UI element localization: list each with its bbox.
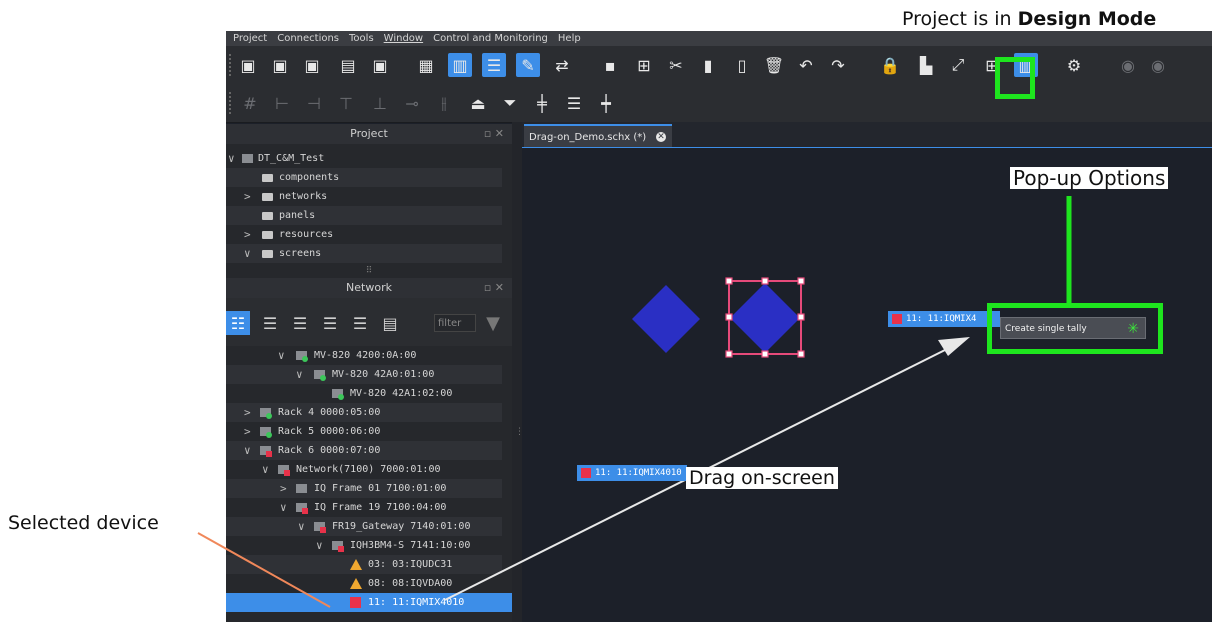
resize-handle[interactable] <box>797 313 805 321</box>
resize-handle[interactable] <box>797 350 805 358</box>
diamond-shape-selected[interactable] <box>730 283 800 353</box>
selected-device-callout: Selected device <box>8 512 159 534</box>
tally-label: 11: 11:IQMIX4 <box>906 314 977 324</box>
popup-options-highlight <box>987 303 1163 354</box>
design-mode-highlight <box>995 57 1035 99</box>
resize-handle[interactable] <box>725 313 733 321</box>
tally-label: 11: 11:IQMIX4010 <box>595 468 682 478</box>
tally-dragged[interactable]: 11: 11:IQMIX4010 <box>577 465 687 481</box>
alarm-icon <box>581 468 591 478</box>
resize-handle[interactable] <box>725 277 733 285</box>
alarm-icon <box>892 314 902 324</box>
drag-on-screen-callout: Drag on-screen <box>686 467 838 489</box>
resize-handle[interactable] <box>761 277 769 285</box>
selected-device-pointer <box>197 532 331 608</box>
arrow-head-icon <box>938 337 970 356</box>
popup-options-callout: Pop-up Options <box>1010 167 1169 189</box>
resize-handle[interactable] <box>797 277 805 285</box>
resize-handle[interactable] <box>761 350 769 358</box>
tally-dropped[interactable]: 11: 11:IQMIX4 <box>888 311 1000 327</box>
diamond-shape[interactable] <box>632 285 700 353</box>
resize-handle[interactable] <box>725 350 733 358</box>
